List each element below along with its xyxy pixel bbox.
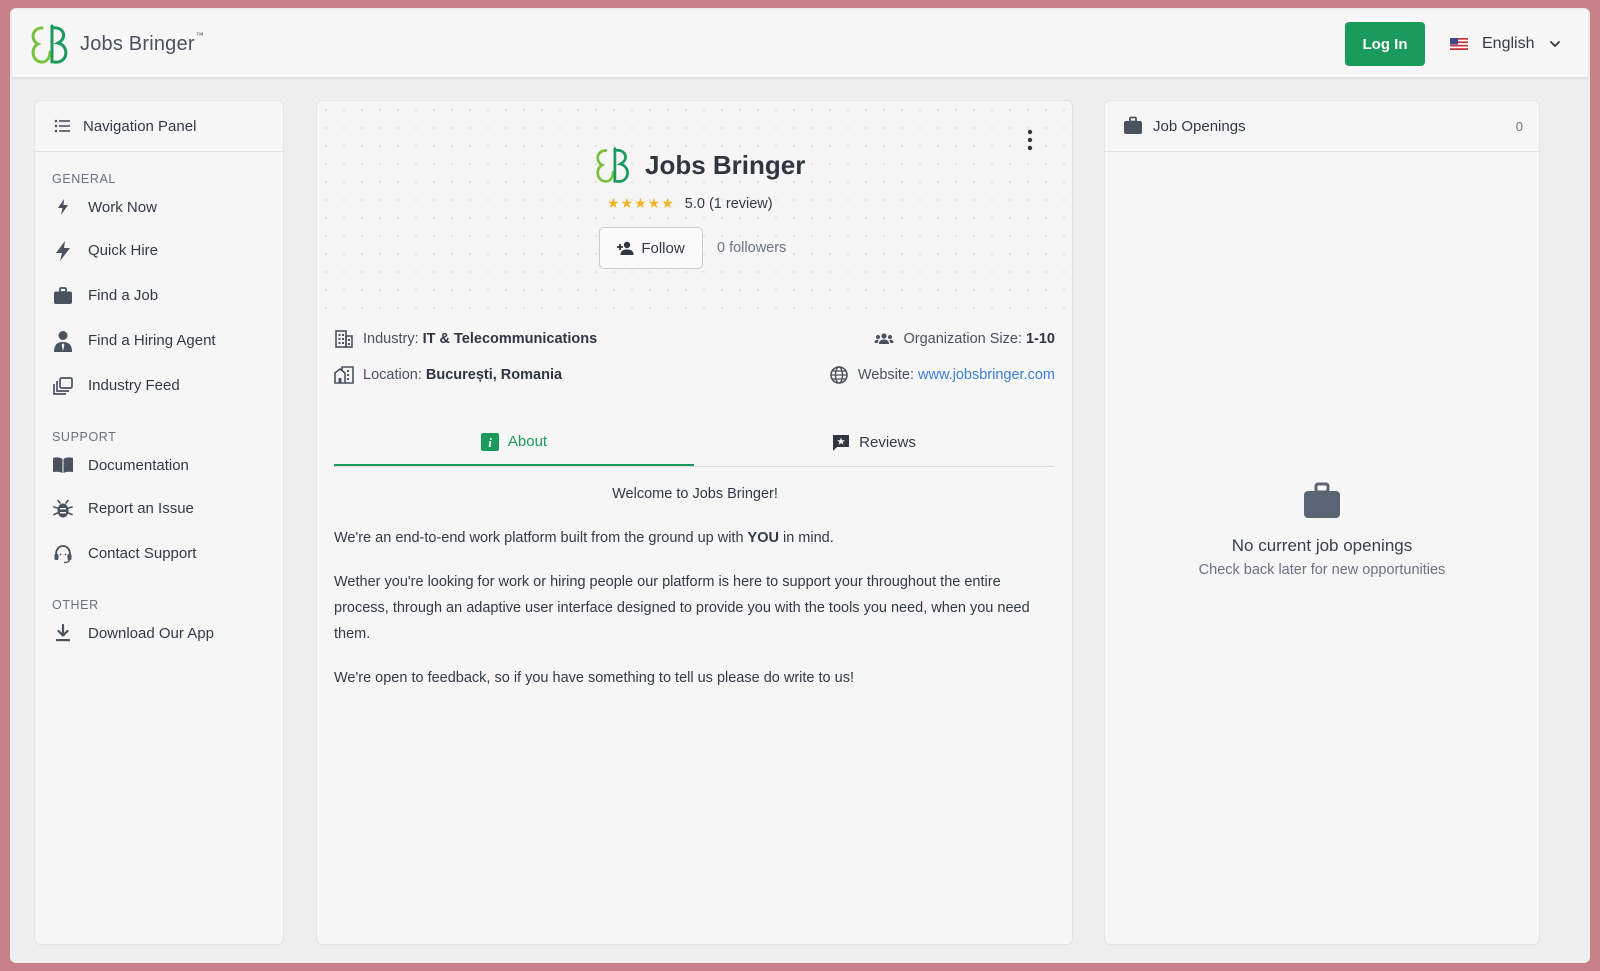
profile-tabs: i About Reviews bbox=[334, 419, 1054, 467]
job-openings-panel: Job Openings 0 No current job openings C… bbox=[1104, 100, 1540, 945]
sidebar-item-report-an-issue[interactable]: Report an Issue bbox=[35, 486, 283, 531]
location-label: Location: bbox=[363, 367, 422, 383]
bolt-icon bbox=[52, 196, 74, 218]
follow-button-label: Follow bbox=[641, 239, 685, 257]
sidebar-item-label: Find a Hiring Agent bbox=[88, 332, 216, 349]
sidebar-item-quick-hire[interactable]: Quick Hire bbox=[35, 228, 283, 273]
industry-info: Industry: IT & Telecommunications bbox=[334, 329, 597, 349]
sidebar-item-find-a-hiring-agent[interactable]: Find a Hiring Agent bbox=[35, 318, 283, 363]
rating-text[interactable]: 5.0 (1 review) bbox=[685, 196, 773, 212]
followers-count: 0 followers bbox=[717, 240, 787, 256]
follow-row: Follow 0 followers bbox=[599, 227, 786, 269]
nav-section-other: OTHER bbox=[52, 598, 99, 612]
welcome-text: Welcome to Jobs Bringer! bbox=[612, 486, 778, 502]
download-icon bbox=[52, 622, 74, 644]
organization-size-info: Organization Size: 1-10 bbox=[874, 329, 1055, 349]
globe-icon bbox=[830, 366, 848, 384]
sidebar-item-industry-feed[interactable]: Industry Feed bbox=[35, 363, 283, 408]
review-icon bbox=[833, 434, 850, 451]
headset-icon bbox=[52, 543, 74, 565]
empty-state: No current job openings Check back later… bbox=[1105, 481, 1539, 578]
add-person-icon bbox=[617, 241, 634, 255]
navigation-panel: Navigation Panel GENERAL Work Now Quick … bbox=[34, 100, 284, 945]
organization-size-value: 1-10 bbox=[1025, 331, 1055, 347]
nav-section-support: SUPPORT bbox=[52, 430, 117, 444]
svg-text:i: i bbox=[488, 435, 492, 450]
industry-value: IT & Telecommunications bbox=[422, 331, 598, 347]
tab-about-label: About bbox=[507, 433, 548, 450]
sidebar-item-work-now[interactable]: Work Now bbox=[35, 186, 283, 228]
feed-icon bbox=[52, 375, 74, 397]
tab-reviews-label: Reviews bbox=[859, 434, 916, 451]
organization-size-label: Organization Size: bbox=[903, 331, 1022, 347]
empty-state-subtitle: Check back later for new opportunities bbox=[1198, 562, 1446, 578]
login-button[interactable]: Log In bbox=[1345, 22, 1425, 66]
tab-about[interactable]: i About bbox=[334, 419, 694, 466]
company-name: Jobs Bringer bbox=[645, 149, 806, 180]
app-window: Jobs Bringer ™ Log In English Navigation… bbox=[10, 8, 1590, 963]
language-selector[interactable]: English bbox=[1450, 34, 1562, 54]
navigation-panel-title: Navigation Panel bbox=[83, 117, 197, 135]
rating-row: ★★★★★ 5.0 (1 review) bbox=[607, 195, 773, 212]
about-content: Welcome to Jobs Bringer! We're an end-to… bbox=[334, 481, 1056, 709]
logo-icon bbox=[31, 24, 68, 64]
sidebar-item-contact-support[interactable]: Contact Support bbox=[35, 531, 283, 576]
company-title-row: Jobs Bringer bbox=[593, 145, 805, 185]
sidebar-item-label: Download Our App bbox=[88, 624, 214, 642]
briefcase-icon bbox=[1124, 116, 1142, 134]
building-icon bbox=[335, 330, 353, 348]
briefcase-icon bbox=[52, 285, 74, 307]
job-openings-title: Job Openings bbox=[1153, 117, 1246, 135]
company-profile-card: Jobs Bringer ★★★★★ 5.0 (1 review) Follow… bbox=[316, 100, 1073, 945]
more-options-icon[interactable] bbox=[1027, 129, 1033, 151]
job-openings-count: 0 bbox=[1515, 118, 1523, 134]
brand-logo-link[interactable]: Jobs Bringer ™ bbox=[28, 22, 204, 66]
nav-section-general: GENERAL bbox=[52, 172, 116, 186]
info-icon: i bbox=[480, 432, 499, 451]
about-paragraph-3: We're open to feedback, so if you have s… bbox=[334, 670, 854, 686]
sidebar-item-label: Quick Hire bbox=[88, 242, 159, 259]
tab-reviews[interactable]: Reviews bbox=[694, 419, 1054, 466]
sidebar-item-label: Find a Job bbox=[88, 287, 159, 304]
industry-label: Industry: bbox=[363, 331, 419, 347]
us-flag-icon bbox=[1450, 38, 1468, 50]
location-building-icon bbox=[334, 366, 354, 384]
language-label: English bbox=[1482, 35, 1535, 52]
top-header: Jobs Bringer ™ Log In English bbox=[12, 10, 1588, 78]
sidebar-item-find-a-job[interactable]: Find a Job bbox=[35, 273, 283, 318]
sidebar-item-label: Work Now bbox=[88, 198, 157, 216]
book-icon bbox=[52, 454, 74, 476]
website-label: Website: bbox=[857, 367, 914, 383]
job-openings-header: Job Openings 0 bbox=[1105, 101, 1539, 152]
group-icon bbox=[874, 333, 894, 344]
briefcase-icon bbox=[1304, 482, 1340, 518]
sidebar-item-label: Industry Feed bbox=[88, 377, 180, 394]
location-info: Location: București, Romania bbox=[334, 365, 562, 385]
about-paragraph-1: We're an end-to-end work platform built … bbox=[334, 530, 834, 546]
location-value: București, Romania bbox=[425, 367, 563, 383]
empty-state-title: No current job openings bbox=[1231, 536, 1413, 555]
brand-trademark: ™ bbox=[195, 30, 204, 40]
website-info: Website: www.jobsbringer.com bbox=[829, 365, 1055, 385]
chevron-down-icon bbox=[1550, 41, 1561, 47]
agent-icon bbox=[52, 330, 74, 352]
navigation-panel-header: Navigation Panel bbox=[35, 101, 283, 152]
bug-icon bbox=[52, 498, 74, 520]
company-logo-icon bbox=[596, 147, 629, 183]
sidebar-item-label: Contact Support bbox=[88, 545, 197, 562]
sidebar-item-label: Report an Issue bbox=[88, 500, 194, 517]
about-paragraph-2: Wether you're looking for work or hiring… bbox=[334, 574, 1030, 642]
sidebar-item-documentation[interactable]: Documentation bbox=[35, 444, 283, 486]
sidebar-item-download-our-app[interactable]: Download Our App bbox=[35, 612, 283, 654]
star-rating-icon: ★★★★★ bbox=[607, 195, 675, 211]
lightning-icon bbox=[52, 240, 74, 262]
sidebar-item-label: Documentation bbox=[88, 456, 189, 474]
brand-name: Jobs Bringer bbox=[80, 32, 195, 55]
website-link[interactable]: www.jobsbringer.com bbox=[918, 367, 1055, 383]
follow-button[interactable]: Follow bbox=[599, 227, 703, 269]
list-icon bbox=[54, 119, 70, 133]
